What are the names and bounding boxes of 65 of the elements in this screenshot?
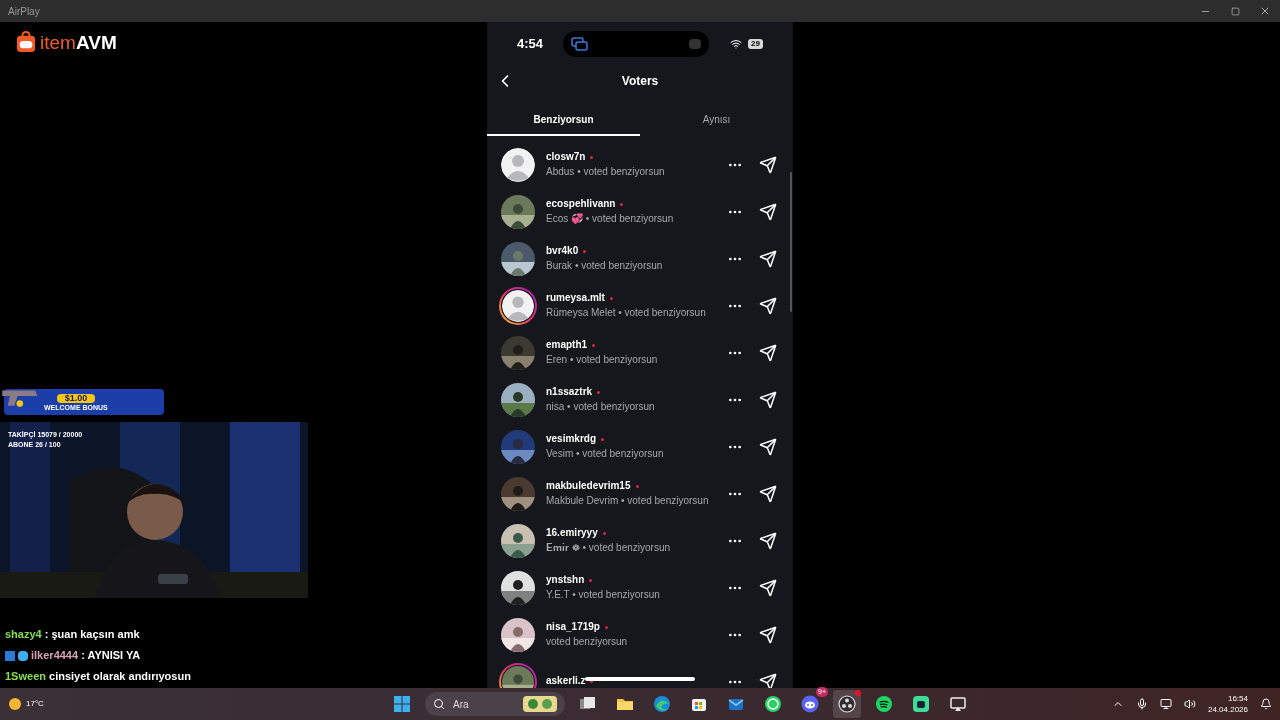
username[interactable]: n1ssaztrk bbox=[546, 386, 593, 399]
voter-subtitle: Abdus • voted benziyorsun bbox=[546, 165, 666, 178]
send-icon[interactable] bbox=[759, 296, 777, 315]
voter-subtitle: Y.E.T • voted benziyorsun bbox=[546, 588, 661, 601]
volume-icon[interactable] bbox=[1183, 698, 1196, 710]
username[interactable]: vesimkrdg bbox=[546, 433, 597, 446]
voter-subtitle: Eren • voted benziyorsun bbox=[546, 353, 659, 366]
chat-message: 1Sween cinsiyet olarak andırıyosun bbox=[5, 669, 191, 685]
username[interactable]: askerli.z bbox=[546, 675, 586, 688]
weather-temperature: 17°C bbox=[26, 698, 44, 710]
send-icon[interactable] bbox=[759, 437, 777, 456]
default-avatar-icon bbox=[502, 289, 534, 322]
username[interactable]: ecospehlivann bbox=[546, 198, 616, 211]
tab[interactable]: Benziyorsun bbox=[487, 104, 640, 136]
notification-icon[interactable] bbox=[1260, 698, 1272, 710]
username[interactable]: nisa_1719p bbox=[546, 621, 600, 634]
voter-subtitle: Burak • voted benziyorsun bbox=[546, 259, 664, 272]
bonus-amount: $1.00 bbox=[56, 393, 96, 403]
wifi-icon bbox=[730, 38, 743, 50]
send-icon[interactable] bbox=[759, 484, 777, 503]
send-icon[interactable] bbox=[759, 202, 777, 221]
send-icon[interactable] bbox=[759, 343, 777, 362]
clock-date: 24.04.2026 bbox=[1207, 704, 1248, 715]
monitor-icon[interactable] bbox=[1159, 698, 1172, 710]
screen-mirroring-icon bbox=[571, 37, 590, 51]
chat-message: shazy4 : şuan kaçsın amk bbox=[5, 627, 140, 643]
search-field[interactable]: Ara bbox=[453, 696, 515, 712]
tab[interactable]: Aynısı bbox=[640, 104, 793, 136]
send-icon[interactable] bbox=[759, 531, 777, 550]
screen-title: Voters bbox=[620, 73, 660, 90]
username[interactable]: rumeysa.mlt bbox=[546, 292, 605, 305]
default-avatar-icon bbox=[501, 147, 535, 182]
username[interactable]: emapth1 bbox=[546, 339, 588, 352]
voter-subtitle: voted benziyorsun bbox=[546, 635, 629, 648]
send-icon[interactable] bbox=[759, 249, 777, 268]
send-icon[interactable] bbox=[759, 625, 777, 644]
voter-subtitle: nisa • voted benziyorsun bbox=[546, 400, 656, 413]
username[interactable]: closw7n bbox=[546, 151, 586, 164]
search-icon bbox=[433, 698, 445, 710]
clock-time: 16:54 bbox=[1227, 693, 1248, 704]
username[interactable]: bvr4k0 bbox=[546, 245, 579, 258]
weather-icon bbox=[8, 697, 22, 711]
send-icon[interactable] bbox=[759, 578, 777, 597]
username[interactable]: makbuledevrim15 bbox=[546, 480, 631, 493]
voter-subtitle: 𝐄𝐦𝐢𝐫 ❁ • voted benziyorsun bbox=[546, 541, 671, 554]
voter-subtitle: Makbule Devrim • voted benziyorsun bbox=[546, 494, 710, 507]
obs-icon[interactable] bbox=[833, 690, 861, 718]
voter-subtitle: Rümeysa Melet • voted benziyorsun bbox=[546, 306, 707, 319]
voter-subtitle: Vesim • voted benziyorsun bbox=[546, 447, 665, 460]
badge-icon bbox=[18, 650, 28, 661]
username[interactable]: ynstshn bbox=[546, 574, 585, 587]
username[interactable]: 16.emiryyy bbox=[546, 527, 598, 540]
battery-level: 29 bbox=[748, 39, 763, 49]
window-title: AirPlay bbox=[8, 4, 41, 19]
chat-message: ilker4444 : AYNISI YA bbox=[31, 648, 141, 664]
controller-bag-icon bbox=[16, 31, 36, 53]
tv-icon bbox=[689, 39, 702, 49]
search-bar[interactable]: Ara bbox=[425, 692, 565, 716]
send-icon[interactable] bbox=[759, 390, 777, 409]
voter-subtitle: Ecos 💞 • voted benziyorsun bbox=[546, 212, 675, 225]
send-icon[interactable] bbox=[759, 155, 777, 174]
send-icon[interactable] bbox=[759, 672, 777, 688]
logo-text: itemAVM bbox=[40, 32, 117, 52]
phone-time: 4:54 bbox=[517, 35, 544, 54]
microphone-icon[interactable] bbox=[1135, 698, 1148, 710]
